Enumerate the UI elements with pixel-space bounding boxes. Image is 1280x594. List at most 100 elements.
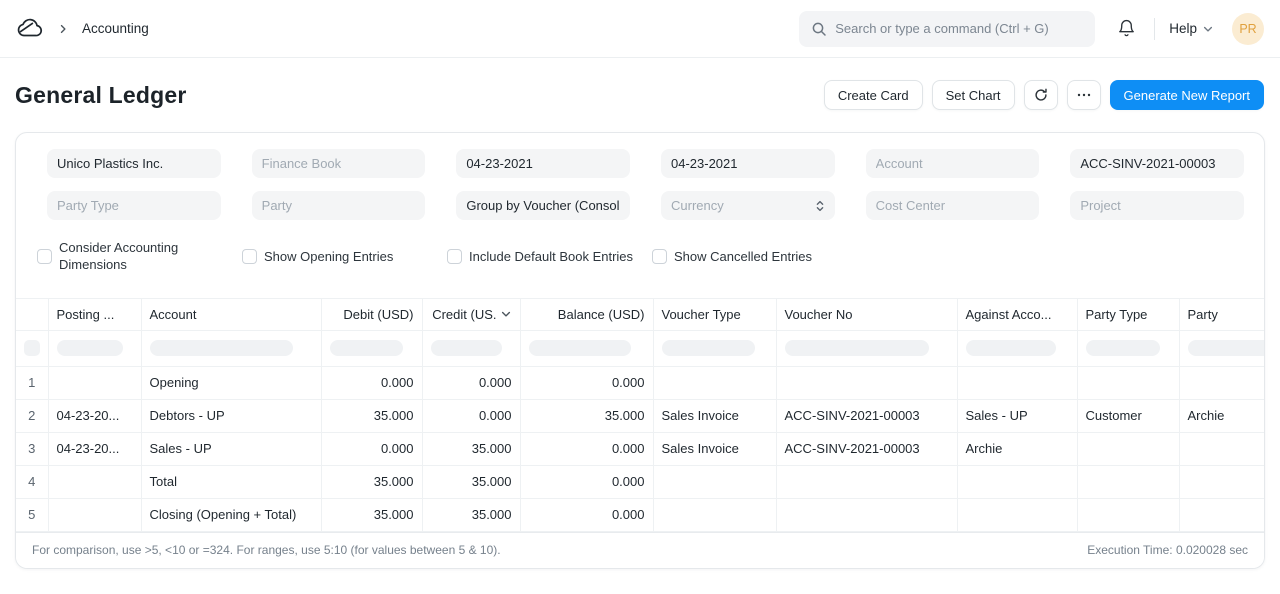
more-options-button[interactable] — [1067, 80, 1101, 110]
cell-voucher-no: ACC-SINV-2021-00003 — [776, 399, 957, 432]
ellipsis-icon — [1076, 87, 1092, 103]
cell-against-account: Archie — [957, 432, 1077, 465]
group-by-select[interactable] — [456, 191, 630, 220]
chevron-down-icon — [1202, 23, 1214, 35]
cost-center-filter-input[interactable] — [866, 191, 1040, 220]
cell-party — [1179, 432, 1264, 465]
notifications-bell-icon[interactable] — [1113, 15, 1140, 42]
global-search[interactable] — [799, 11, 1095, 47]
column-header-credit[interactable]: Credit (US. — [422, 299, 520, 330]
cell-posting-date: 04-23-20... — [48, 399, 141, 432]
breadcrumb-accounting[interactable]: Accounting — [82, 21, 149, 36]
cell-party-type — [1077, 465, 1179, 498]
page-title: General Ledger — [15, 82, 187, 109]
cell-account: Total — [141, 465, 321, 498]
refresh-icon — [1033, 87, 1049, 103]
generate-report-button[interactable]: Generate New Report — [1110, 80, 1264, 110]
cell-debit: 0.000 — [321, 366, 422, 399]
cell-party-type: Customer — [1077, 399, 1179, 432]
column-filter-cell[interactable] — [48, 330, 141, 366]
column-filter-cell[interactable] — [957, 330, 1077, 366]
cell-party — [1179, 498, 1264, 531]
from-date-input[interactable] — [456, 149, 630, 178]
column-filter-cell[interactable] — [141, 330, 321, 366]
row-index-column-header — [16, 299, 48, 330]
cell-voucher-type — [653, 465, 776, 498]
cell-debit: 35.000 — [321, 465, 422, 498]
account-filter-input[interactable] — [866, 149, 1040, 178]
cell-balance: 0.000 — [520, 366, 653, 399]
column-filter-cell[interactable] — [321, 330, 422, 366]
report-table: Posting ... Account Debit (USD) Credit (… — [16, 299, 1264, 532]
cell-party: Archie — [1179, 399, 1264, 432]
column-filter-cell[interactable] — [776, 330, 957, 366]
row-index: 2 — [16, 399, 48, 432]
column-header-party-type[interactable]: Party Type — [1077, 299, 1179, 330]
voucher-no-filter-input[interactable] — [1070, 149, 1244, 178]
cell-voucher-type: Sales Invoice — [653, 432, 776, 465]
refresh-button[interactable] — [1024, 80, 1058, 110]
table-header-row: Posting ... Account Debit (USD) Credit (… — [16, 299, 1264, 330]
cell-credit: 35.000 — [422, 465, 520, 498]
cell-balance: 0.000 — [520, 498, 653, 531]
cell-posting-date: 04-23-20... — [48, 432, 141, 465]
show-cancelled-entries-checkbox[interactable]: Show Cancelled Entries — [652, 239, 857, 273]
column-filter-cell[interactable] — [16, 330, 48, 366]
row-index: 4 — [16, 465, 48, 498]
column-filter-cell[interactable] — [422, 330, 520, 366]
currency-select[interactable]: Currency — [661, 191, 835, 220]
column-header-balance[interactable]: Balance (USD) — [520, 299, 653, 330]
party-filter-input[interactable] — [252, 191, 426, 220]
finance-book-filter-input[interactable] — [252, 149, 426, 178]
consider-accounting-dimensions-checkbox[interactable]: Consider Accounting Dimensions — [37, 239, 242, 273]
column-header-against-account[interactable]: Against Acco... — [957, 299, 1077, 330]
cell-voucher-type — [653, 498, 776, 531]
navbar-divider — [1154, 18, 1155, 40]
company-filter-input[interactable] — [47, 149, 221, 178]
table-row: 3 04-23-20... Sales - UP 0.000 35.000 0.… — [16, 432, 1264, 465]
column-header-voucher-no[interactable]: Voucher No — [776, 299, 957, 330]
column-header-party[interactable]: Party — [1179, 299, 1264, 330]
party-type-filter-input[interactable] — [47, 191, 221, 220]
frappe-cloud-logo-icon[interactable] — [16, 17, 43, 40]
cell-debit: 35.000 — [321, 399, 422, 432]
column-header-account[interactable]: Account — [141, 299, 321, 330]
top-navbar: Accounting Help PR — [0, 0, 1280, 58]
cell-balance: 35.000 — [520, 399, 653, 432]
column-header-posting-date[interactable]: Posting ... — [48, 299, 141, 330]
cell-posting-date — [48, 465, 141, 498]
column-header-debit[interactable]: Debit (USD) — [321, 299, 422, 330]
cell-account: Opening — [141, 366, 321, 399]
column-header-voucher-type[interactable]: Voucher Type — [653, 299, 776, 330]
include-default-book-entries-checkbox[interactable]: Include Default Book Entries — [447, 239, 652, 273]
cell-party-type — [1077, 432, 1179, 465]
column-filter-cell[interactable] — [1077, 330, 1179, 366]
project-filter-input[interactable] — [1070, 191, 1244, 220]
cell-voucher-no: ACC-SINV-2021-00003 — [776, 432, 957, 465]
page-header: General Ledger Create Card Set Chart Gen… — [0, 58, 1280, 110]
table-row: 5 Closing (Opening + Total) 35.000 35.00… — [16, 498, 1264, 531]
column-filter-cell[interactable] — [520, 330, 653, 366]
table-row: 1 Opening 0.000 0.000 0.000 — [16, 366, 1264, 399]
execution-time: Execution Time: 0.020028 sec — [1087, 543, 1248, 557]
search-input[interactable] — [835, 21, 1083, 36]
navbar-right: Help PR — [1113, 13, 1264, 45]
column-filter-cell[interactable] — [1179, 330, 1264, 366]
cell-party — [1179, 366, 1264, 399]
report-card: Currency Consider Accounting Dimensions … — [15, 132, 1265, 569]
to-date-input[interactable] — [661, 149, 835, 178]
column-filter-cell[interactable] — [653, 330, 776, 366]
cell-credit: 35.000 — [422, 432, 520, 465]
cell-credit: 0.000 — [422, 399, 520, 432]
show-opening-entries-checkbox[interactable]: Show Opening Entries — [242, 239, 447, 273]
cell-account: Closing (Opening + Total) — [141, 498, 321, 531]
set-chart-button[interactable]: Set Chart — [932, 80, 1015, 110]
cell-voucher-no — [776, 465, 957, 498]
filter-checkboxes: Consider Accounting Dimensions Show Open… — [37, 239, 1244, 273]
cell-against-account — [957, 498, 1077, 531]
cell-balance: 0.000 — [520, 465, 653, 498]
help-menu[interactable]: Help — [1169, 21, 1214, 36]
create-card-button[interactable]: Create Card — [824, 80, 923, 110]
user-avatar[interactable]: PR — [1232, 13, 1264, 45]
cell-debit: 0.000 — [321, 432, 422, 465]
